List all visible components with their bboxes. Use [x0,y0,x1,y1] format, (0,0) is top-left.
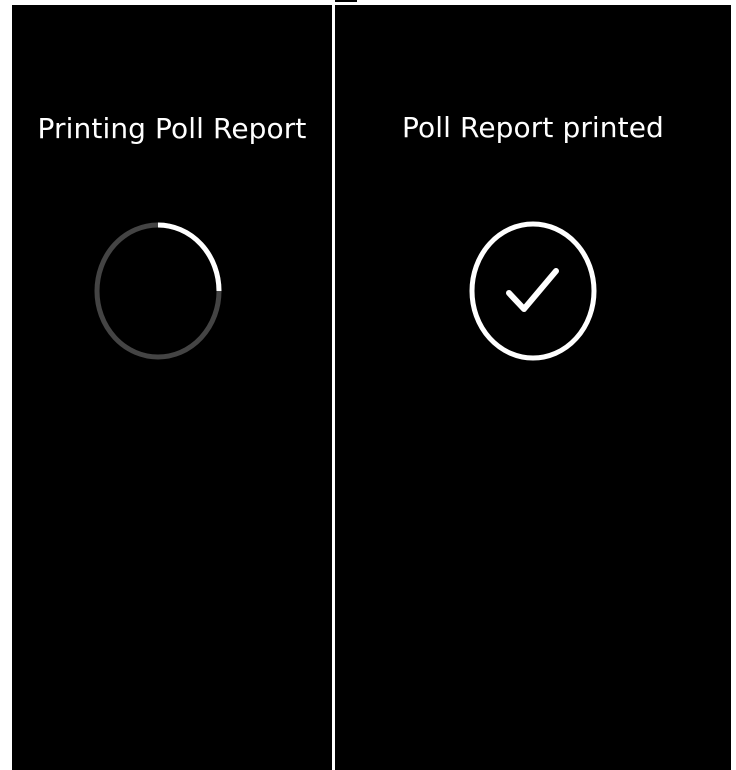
printing-title: Printing Poll Report [37,112,307,145]
spinner-progress-arc [157,222,222,292]
checkmark-icon [506,268,559,312]
screenshot-canvas: Printing Poll Report Poll Report printed [0,0,736,770]
printing-screen: Printing Poll Report [12,5,332,770]
check-ring [469,221,597,361]
loading-spinner-icon [94,222,222,360]
printed-title: Poll Report printed [402,111,664,144]
top-edge-line [335,0,357,2]
printed-screen: Poll Report printed [335,5,731,770]
checkmark-circle-icon [469,221,597,361]
